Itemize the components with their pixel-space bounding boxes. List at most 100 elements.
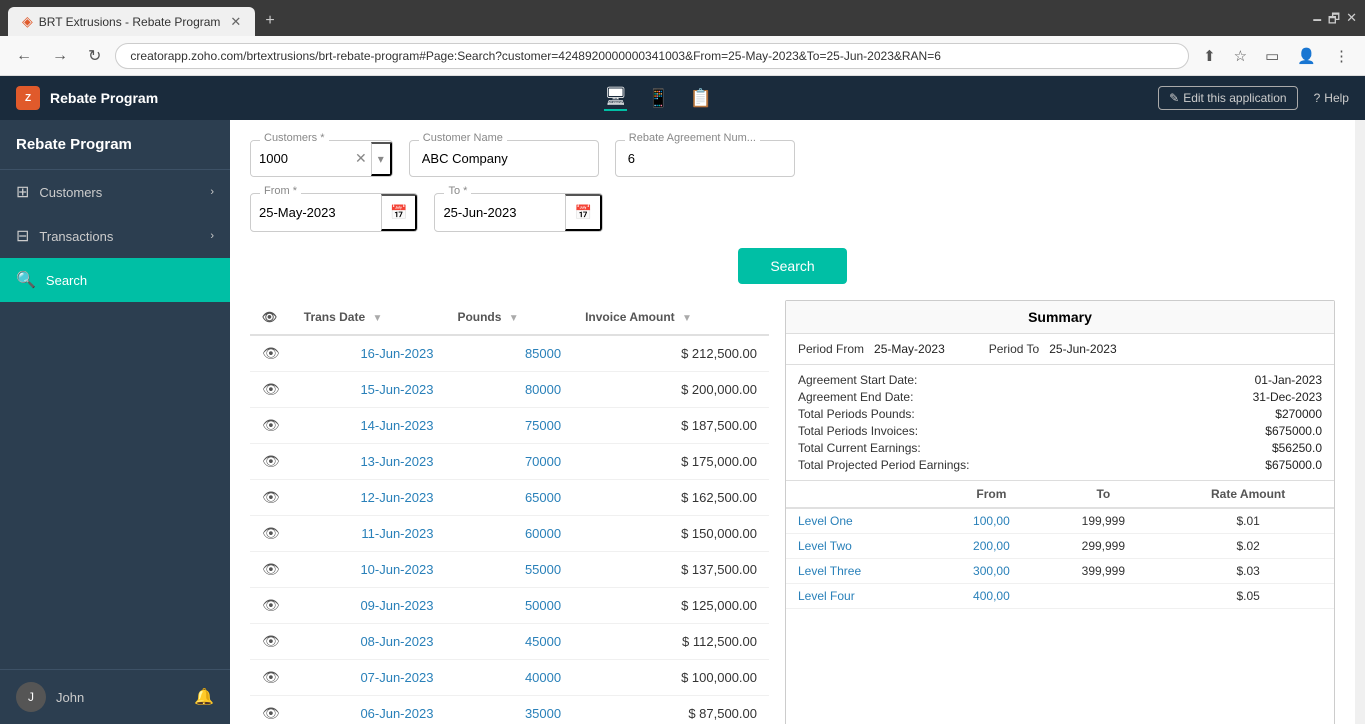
row-amount: $ 100,000.00 [573,660,769,696]
bookmark-icon[interactable]: ☆ [1228,43,1253,69]
row-date: 08-Jun-2023 [292,624,446,660]
row-pounds: 40000 [445,660,573,696]
sidebar-toggle-icon[interactable]: ▭ [1259,43,1285,69]
table-row[interactable]: 👁 09-Jun-2023 50000 $ 125,000.00 [250,588,769,624]
help-button[interactable]: ? Help [1314,91,1349,105]
row-amount: $ 187,500.00 [573,408,769,444]
trans-date-sort-icon: ▼ [372,313,382,324]
sidebar-item-search-label: Search [46,273,87,288]
new-tab-button[interactable]: + [255,6,284,36]
app-logo: Z [16,86,40,110]
agreement-start-value: 01-Jan-2023 [1064,373,1322,387]
share-icon[interactable]: ⬆ [1197,43,1222,69]
rebate-agreement-label: Rebate Agreement Num... [625,132,760,144]
level-rate-header: Rate Amount [1162,481,1334,508]
notifications-icon[interactable]: 🔔 [194,687,214,707]
level-to [1044,584,1162,609]
period-to-label: Period To [989,342,1039,356]
mobile-view-icon[interactable]: 📋 [690,88,712,109]
total-invoices-label: Total Periods Invoices: [798,424,1056,438]
table-row[interactable]: 👁 15-Jun-2023 80000 $ 200,000.00 [250,372,769,408]
to-field: To * 📅 [434,193,602,232]
to-date-input[interactable] [435,195,565,230]
row-amount: $ 175,000.00 [573,444,769,480]
level-name: Level Four [786,584,938,609]
row-eye-icon[interactable]: 👁 [250,624,292,660]
row-pounds: 75000 [445,408,573,444]
menu-icon[interactable]: ⋮ [1328,43,1355,69]
row-eye-icon[interactable]: 👁 [250,372,292,408]
scrollbar[interactable] [1355,120,1365,724]
row-eye-icon[interactable]: 👁 [250,335,292,372]
row-eye-icon[interactable]: 👁 [250,408,292,444]
tablet-view-icon[interactable]: 📱 [647,88,669,109]
row-eye-icon[interactable]: 👁 [250,444,292,480]
active-tab[interactable]: ◈ BRT Extrusions - Rebate Program ✕ [8,7,255,36]
total-projected-label: Total Projected Period Earnings: [798,458,1056,472]
sidebar-item-search[interactable]: 🔍 Search [0,258,230,302]
row-eye-icon[interactable]: 👁 [250,660,292,696]
summary-stats: Agreement Start Date: 01-Jan-2023 Agreem… [786,365,1334,481]
app-header-left: Z Rebate Program [16,86,158,110]
back-button[interactable]: ← [10,43,38,69]
row-date: 07-Jun-2023 [292,660,446,696]
sidebar-app-name: Rebate Program [0,120,230,170]
profile-icon[interactable]: 👤 [1291,43,1322,69]
to-calendar-icon[interactable]: 📅 [565,194,601,231]
period-to-value: 25-Jun-2023 [1049,342,1116,356]
address-bar[interactable] [115,43,1189,69]
level-from: 400,00 [938,584,1044,609]
level-row: Level Four 400,00 $.05 [786,584,1334,609]
trans-date-header[interactable]: Trans Date ▼ [292,300,446,335]
sidebar-item-transactions[interactable]: ⊟ Transactions › [0,214,230,258]
customer-name-input[interactable] [409,140,599,177]
pounds-header[interactable]: Pounds ▼ [445,300,573,335]
table-row[interactable]: 👁 08-Jun-2023 45000 $ 112,500.00 [250,624,769,660]
table-row[interactable]: 👁 10-Jun-2023 55000 $ 137,500.00 [250,552,769,588]
search-button[interactable]: Search [738,248,846,284]
row-amount: $ 150,000.00 [573,516,769,552]
row-eye-icon[interactable]: 👁 [250,516,292,552]
from-calendar-icon[interactable]: 📅 [381,194,417,231]
table-row[interactable]: 👁 06-Jun-2023 35000 $ 87,500.00 [250,696,769,724]
row-date: 16-Jun-2023 [292,335,446,372]
agreement-start-label: Agreement Start Date: [798,373,1056,387]
rebate-agreement-input[interactable] [615,140,795,177]
customers-input[interactable] [251,141,351,176]
row-eye-icon[interactable]: 👁 [250,588,292,624]
reload-button[interactable]: ↻ [82,42,107,70]
table-row[interactable]: 👁 13-Jun-2023 70000 $ 175,000.00 [250,444,769,480]
row-amount: $ 87,500.00 [573,696,769,724]
view-switcher: 🖥 📱 📋 [604,86,712,111]
tab-close-window-icon[interactable]: ✕ [1346,10,1357,32]
customers-dropdown-button[interactable]: ▾ [371,142,392,176]
tab-close-icon[interactable]: ✕ [230,14,241,30]
table-row[interactable]: 👁 07-Jun-2023 40000 $ 100,000.00 [250,660,769,696]
customer-name-field: Customer Name [409,140,599,177]
table-row[interactable]: 👁 14-Jun-2023 75000 $ 187,500.00 [250,408,769,444]
tab-minimize-icon[interactable]: 🗕 [1313,10,1322,32]
table-row[interactable]: 👁 12-Jun-2023 65000 $ 162,500.00 [250,480,769,516]
row-eye-icon[interactable]: 👁 [250,480,292,516]
customers-clear-button[interactable]: ✕ [351,150,371,167]
level-rate: $.05 [1162,584,1334,609]
from-date-input[interactable] [251,195,381,230]
table-row[interactable]: 👁 16-Jun-2023 85000 $ 212,500.00 [250,335,769,372]
agreement-end-value: 31-Dec-2023 [1064,390,1322,404]
row-pounds: 60000 [445,516,573,552]
tab-restore-icon[interactable]: 🗗 [1328,10,1340,32]
search-nav-icon: 🔍 [16,270,36,290]
sidebar-item-customers[interactable]: ⊞ Customers › [0,170,230,214]
levels-table: From To Rate Amount Level One 100,00 199… [786,481,1334,609]
table-row[interactable]: 👁 11-Jun-2023 60000 $ 150,000.00 [250,516,769,552]
invoice-amount-header[interactable]: Invoice Amount ▼ [573,300,769,335]
forward-button[interactable]: → [46,43,74,69]
edit-application-button[interactable]: ✎ Edit this application [1158,86,1297,110]
total-earnings-value: $56250.0 [1064,441,1322,455]
period-from-label: Period From [798,342,864,356]
row-eye-icon[interactable]: 👁 [250,552,292,588]
desktop-view-icon[interactable]: 🖥 [604,86,627,111]
row-eye-icon[interactable]: 👁 [250,696,292,724]
row-date: 06-Jun-2023 [292,696,446,724]
row-pounds: 85000 [445,335,573,372]
